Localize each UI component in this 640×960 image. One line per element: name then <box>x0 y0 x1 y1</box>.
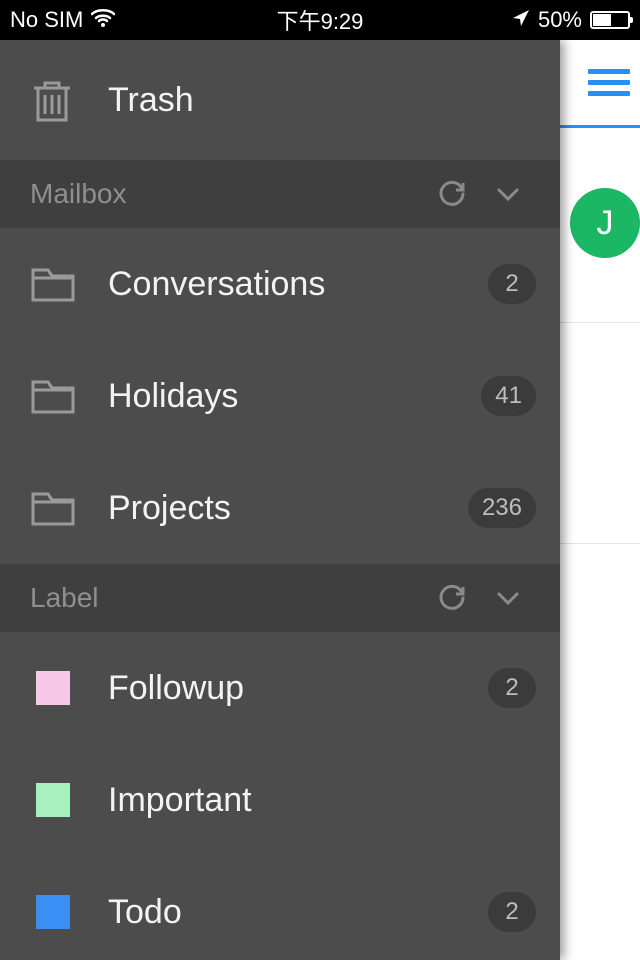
folder-icon <box>30 488 94 528</box>
section-header-label: Label <box>0 564 560 632</box>
divider <box>560 543 640 544</box>
chevron-down-icon[interactable] <box>480 583 536 613</box>
main-topbar <box>560 40 640 128</box>
sidebar-item-label: Followup <box>94 669 488 708</box>
sidebar-item-holidays[interactable]: Holidays 41 <box>0 340 560 452</box>
status-bar: No SIM 下午9:29 50% <box>0 0 640 40</box>
sidebar-item-important[interactable]: Important <box>0 744 560 856</box>
sidebar-item-conversations[interactable]: Conversations 2 <box>0 228 560 340</box>
folder-icon <box>30 376 94 416</box>
carrier-text: No SIM <box>10 7 83 33</box>
count-badge: 236 <box>468 488 536 528</box>
sidebar-item-label: Conversations <box>94 265 488 304</box>
section-title: Label <box>30 582 424 614</box>
location-icon <box>512 7 530 33</box>
refresh-icon[interactable] <box>424 179 480 209</box>
sidebar-drawer: Trash Mailbox Conversations 2 Holidays 4… <box>0 40 560 960</box>
sidebar-item-label: Holidays <box>94 377 481 416</box>
sidebar-item-todo[interactable]: Todo 2 <box>0 856 560 960</box>
main-content-peek: J <box>560 40 640 960</box>
battery-percent: 50% <box>538 7 582 33</box>
count-badge: 2 <box>488 892 536 932</box>
label-color-swatch <box>30 783 94 817</box>
divider <box>560 322 640 323</box>
sidebar-item-label: Projects <box>94 489 468 528</box>
sidebar-item-label: Trash <box>94 81 536 120</box>
sidebar-item-label: Important <box>94 781 536 820</box>
section-header-mailbox: Mailbox <box>0 160 560 228</box>
count-badge: 41 <box>481 376 536 416</box>
sidebar-item-trash[interactable]: Trash <box>0 40 560 160</box>
chevron-down-icon[interactable] <box>480 179 536 209</box>
trash-icon <box>30 76 94 124</box>
label-color-swatch <box>30 671 94 705</box>
status-time: 下午9:29 <box>277 4 364 36</box>
label-color-swatch <box>30 895 94 929</box>
wifi-icon <box>91 7 115 33</box>
menu-icon[interactable] <box>588 69 630 96</box>
battery-icon <box>590 11 630 29</box>
refresh-icon[interactable] <box>424 583 480 613</box>
folder-icon <box>30 264 94 304</box>
sidebar-item-label: Todo <box>94 893 488 932</box>
count-badge: 2 <box>488 264 536 304</box>
avatar-initial: J <box>597 204 614 243</box>
sidebar-item-projects[interactable]: Projects 236 <box>0 452 560 564</box>
sidebar-item-followup[interactable]: Followup 2 <box>0 632 560 744</box>
section-title: Mailbox <box>30 178 424 210</box>
count-badge: 2 <box>488 668 536 708</box>
avatar[interactable]: J <box>570 188 640 258</box>
